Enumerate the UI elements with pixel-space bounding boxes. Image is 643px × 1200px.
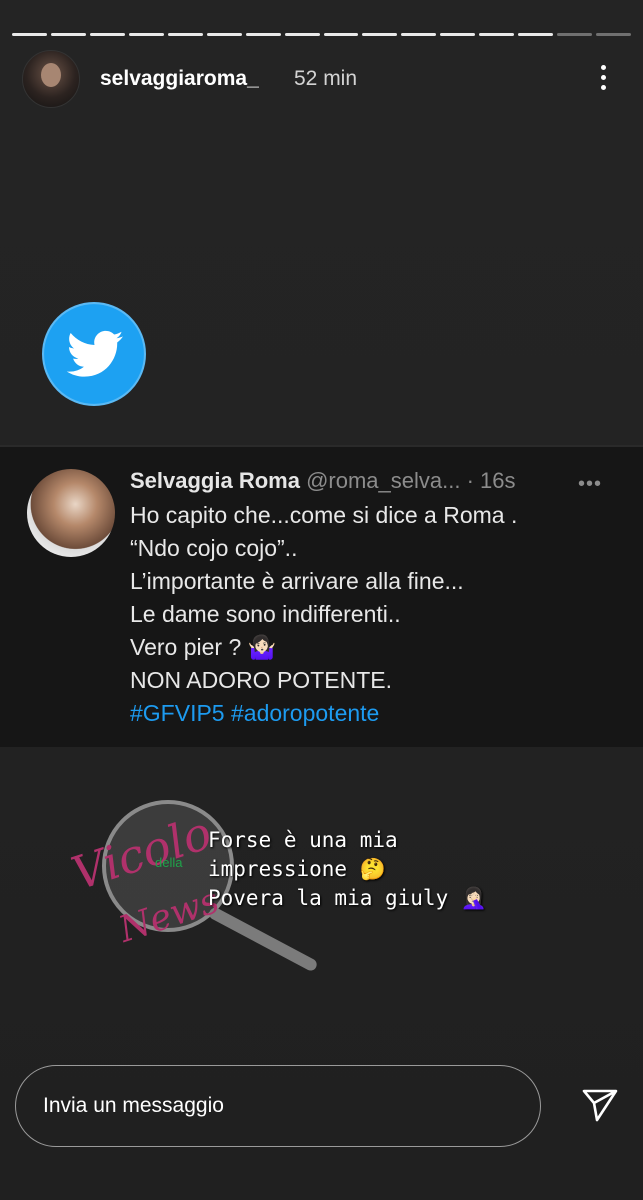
progress-segment xyxy=(401,33,437,36)
story-timestamp: 52 min xyxy=(294,67,358,90)
progress-segment xyxy=(89,33,125,36)
progress-segment xyxy=(596,33,631,36)
caption-line: impressione 🤔 xyxy=(208,857,386,881)
progress-segment xyxy=(206,33,242,36)
send-icon[interactable] xyxy=(581,1088,619,1124)
tweet-line: Le dame sono indifferenti.. xyxy=(130,601,401,627)
progress-segment xyxy=(245,33,281,36)
progress-segment xyxy=(50,33,86,36)
watermark-logo-text: della xyxy=(155,855,183,870)
tweet-text: Ho capito che...come si dice a Roma . “N… xyxy=(130,499,630,730)
twitter-logo-icon xyxy=(42,302,146,406)
tweet-content: Selvaggia Roma @roma_selva... · 16s ••• … xyxy=(130,467,630,730)
progress-segment xyxy=(284,33,320,36)
progress-segment xyxy=(440,33,476,36)
progress-segment xyxy=(128,33,164,36)
story-caption: Forse è una mia impressione 🤔 Povera la … xyxy=(208,826,498,913)
progress-segment xyxy=(167,33,203,36)
caption-line: Povera la mia giuly 🤦🏻‍♀️ xyxy=(208,886,488,910)
progress-segment xyxy=(362,33,398,36)
tweet-time: · 16s xyxy=(466,468,516,493)
tweet-more-icon: ••• xyxy=(577,473,602,495)
progress-segment xyxy=(12,33,47,36)
progress-segment xyxy=(479,33,515,36)
story-progress-bar xyxy=(12,33,631,37)
more-options-icon[interactable] xyxy=(598,65,608,95)
magnifier-handle xyxy=(207,905,319,973)
tweet-line: NON ADORO POTENTE. xyxy=(130,667,392,693)
tweet-line: L’importante è arrivare alla fine... xyxy=(130,568,464,594)
tweet-line: Ho capito che...come si dice a Roma . xyxy=(130,502,518,528)
tweet-line: “Ndo cojo cojo”.. xyxy=(130,535,298,561)
username[interactable]: selvaggiaroma_ xyxy=(100,67,259,91)
watermark-sticker: Vicolo della News Forse è una mia impres… xyxy=(60,790,500,973)
progress-segment xyxy=(557,33,593,36)
tweet-author-handle: @roma_selva... xyxy=(306,468,461,493)
story-header: selvaggiaroma_ 52 min xyxy=(22,50,622,108)
tweet-header: Selvaggia Roma @roma_selva... · 16s xyxy=(130,467,630,495)
message-placeholder: Invia un messaggio xyxy=(43,1094,224,1117)
progress-segment xyxy=(518,33,554,36)
progress-segment xyxy=(323,33,359,36)
tweet-line: Vero pier ? 🤷🏻‍♀️ xyxy=(130,634,277,660)
user-avatar[interactable] xyxy=(22,50,80,108)
story-viewer: selvaggiaroma_ 52 min Selvaggia Roma @ro… xyxy=(0,0,643,1200)
tweet-screenshot: Selvaggia Roma @roma_selva... · 16s ••• … xyxy=(0,445,643,747)
tweet-hashtags: #GFVIP5 #adoropotente xyxy=(130,700,380,726)
tweet-author-avatar xyxy=(27,469,115,557)
caption-line: Forse è una mia xyxy=(208,828,398,852)
message-input[interactable]: Invia un messaggio xyxy=(15,1065,541,1147)
tweet-author-name: Selvaggia Roma xyxy=(130,468,300,493)
